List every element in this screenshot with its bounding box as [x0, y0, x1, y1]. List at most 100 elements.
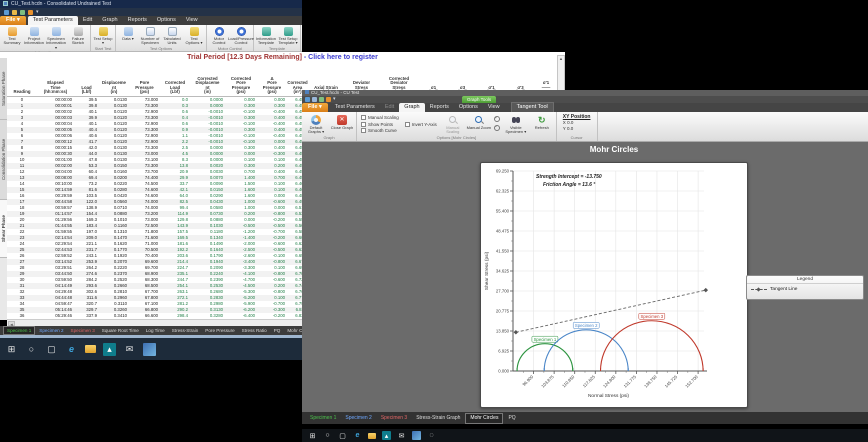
bottom-tab-specimen-1[interactable]: Specimen 1: [306, 414, 340, 423]
svg-text:62.325: 62.325: [496, 189, 510, 194]
zoom-out-icon[interactable]: [494, 125, 501, 132]
default-graphs-button[interactable]: Default Graphs ▾: [303, 113, 329, 135]
window1-ribbon: Test SummaryProject InformationSpecimen …: [0, 25, 302, 52]
legend-box[interactable]: Legend Tangent Line: [746, 275, 864, 300]
tab-reports[interactable]: Reports: [123, 16, 152, 25]
tab-view[interactable]: View: [181, 16, 203, 25]
trial-banner[interactable]: Trial Period [12.3 Days Remaining] - Cli…: [0, 52, 565, 64]
failure-sketch-button[interactable]: Failure Sketch: [67, 26, 89, 50]
svg-text:Normal Stress (psi): Normal Stress (psi): [588, 393, 629, 399]
checkbox-invert-y-axis[interactable]: Invert Y-Axis: [405, 122, 437, 127]
star-icon[interactable]: [28, 10, 33, 15]
tab-edit[interactable]: Edit: [78, 16, 97, 25]
checkbox-manual-scaling[interactable]: Manual Scaling: [361, 115, 399, 120]
visible-specimen-button[interactable]: Visible Specimen ▾: [503, 113, 529, 135]
load-pressure-control-button[interactable]: Load/Pressure Control: [230, 26, 252, 46]
taskbar-store-button[interactable]: ▴: [103, 343, 116, 356]
window1-titlebar[interactable]: CU_Test.hcdn - Consolidated Undrained Te…: [0, 0, 302, 8]
vertical-scrollbar[interactable]: ▲: [557, 55, 565, 95]
taskbar-mail-button[interactable]: ✉: [397, 431, 406, 440]
tab-test-parameters[interactable]: Test Parameters: [330, 103, 380, 112]
test-setup-button[interactable]: Test Setup ▾: [92, 26, 114, 46]
star-icon[interactable]: [326, 97, 331, 102]
test-setup-template-button[interactable]: Test Setup Template ▾: [277, 26, 299, 46]
tab-graph[interactable]: Graph: [97, 16, 122, 25]
cursor-y-value: Y 0.0: [563, 126, 591, 132]
bottom-tab-pore-pressure[interactable]: Pore Pressure: [202, 327, 237, 334]
tab-test-parameters[interactable]: Test Parameters: [28, 16, 78, 25]
taskbar-edge-button[interactable]: e: [65, 343, 78, 356]
bottom-tab-pq[interactable]: PQ: [504, 414, 519, 423]
bottom-tab-stress-ratio[interactable]: Stress Ratio: [239, 327, 270, 334]
tab-edit[interactable]: Edit: [380, 103, 399, 112]
taskbar-settings-button[interactable]: ◌: [427, 431, 436, 440]
taskbar-start-button[interactable]: ⊞: [5, 343, 18, 356]
tab-options[interactable]: Options: [152, 16, 181, 25]
bottom-tab-specimen-1[interactable]: Specimen 1: [3, 326, 35, 335]
bottom-tab-pq[interactable]: PQ: [271, 327, 284, 334]
bottom-tab-specimen-3[interactable]: Specimen 3: [377, 414, 411, 423]
open-icon[interactable]: [12, 10, 17, 15]
refresh-button[interactable]: ↻Refresh: [529, 113, 555, 135]
taskbar-photos-button[interactable]: [143, 343, 156, 356]
test-options-button[interactable]: Test Options ▾: [183, 26, 205, 46]
taskbar-start-button[interactable]: ⊞: [308, 431, 317, 440]
checkbox-show-points[interactable]: Show Points: [361, 122, 399, 127]
save-icon[interactable]: [305, 97, 310, 102]
scroll-left-icon[interactable]: ◄: [8, 321, 15, 326]
test-summary-button[interactable]: Test Summary: [1, 26, 23, 50]
taskbar-search-button[interactable]: ○: [25, 343, 38, 356]
file-button[interactable]: File ▾: [0, 16, 26, 25]
bottom-tab-specimen-3[interactable]: Specimen 3: [68, 327, 98, 334]
specimen-information-icon: [52, 27, 61, 36]
load-pressure-control-icon: [237, 27, 246, 36]
svg-text:Strength Intercept = -13.750: Strength Intercept = -13.750: [536, 174, 602, 180]
taskbar-photos-button[interactable]: [412, 431, 421, 440]
default-graphs-icon: [311, 115, 321, 125]
bottom-tab-stress-strain[interactable]: Stress-Strain: [169, 327, 202, 334]
taskbar-store-button[interactable]: ▴: [382, 431, 391, 440]
information-template-button[interactable]: Information Template: [255, 26, 277, 46]
bottom-tab-square-root-time[interactable]: Square Root Time: [99, 327, 142, 334]
bottom-tab-specimen-2[interactable]: Specimen 2: [341, 414, 375, 423]
taskbar-task-view-button[interactable]: ▢: [45, 343, 58, 356]
bottom-tab-specimen-2[interactable]: Specimen 2: [36, 327, 66, 334]
close-graph-button[interactable]: ✕Close Graph: [329, 113, 355, 135]
zoom-in-icon[interactable]: [494, 116, 501, 123]
manual-zoom-label: Manual Zoom: [467, 126, 491, 130]
horizontal-scrollbar[interactable]: ◄: [7, 319, 302, 326]
taskbar-edge-button[interactable]: e: [353, 431, 362, 440]
taskbar-mail-button[interactable]: ✉: [123, 343, 136, 356]
taskbar-search-button[interactable]: ○: [323, 431, 332, 440]
data-button[interactable]: Data ▾: [117, 26, 139, 46]
taskbar-file-explorer-button[interactable]: [368, 433, 376, 439]
tab-reports[interactable]: Reports: [425, 103, 454, 112]
print-icon[interactable]: [20, 10, 25, 15]
export-icon[interactable]: [319, 97, 324, 102]
side-tab-saturation-phase[interactable]: Saturation Phase: [0, 58, 7, 120]
side-tab-shear-phase[interactable]: Shear Phase: [0, 200, 7, 258]
checkbox-smooth-curve[interactable]: Smooth Curve: [361, 128, 399, 133]
tabulated-units-button[interactable]: Tabulated Units: [161, 26, 183, 46]
bottom-tab-mohr-circles[interactable]: Mohr Circles: [465, 413, 503, 424]
tab-tangent-tool[interactable]: Tangent Tool: [511, 102, 554, 112]
qat-dropdown-icon[interactable]: ▾: [36, 10, 39, 15]
manual-zoom-button[interactable]: Manual Zoom: [466, 113, 492, 135]
taskbar-file-explorer-button[interactable]: [85, 345, 96, 353]
taskbar-task-view-button[interactable]: ▢: [338, 431, 347, 440]
tab-options[interactable]: Options: [454, 103, 483, 112]
save-icon[interactable]: [4, 10, 9, 15]
register-link[interactable]: - Click here to register: [304, 54, 378, 61]
bottom-tab-log-time[interactable]: Log Time: [143, 327, 168, 334]
print-icon[interactable]: [312, 97, 317, 102]
specimen-information-button[interactable]: Specimen Information ▾: [45, 26, 67, 50]
bottom-tab-stress-strain-graph[interactable]: Stress-Strain Graph: [412, 414, 464, 423]
number-of-specimen-button[interactable]: Number of Specimen: [139, 26, 161, 46]
project-information-button[interactable]: Project Information: [23, 26, 45, 50]
side-tab-consolidation-phase[interactable]: Consolidation Phase: [0, 120, 7, 200]
tab-view[interactable]: View: [483, 103, 505, 112]
tab-graph[interactable]: Graph: [399, 103, 424, 112]
qat-dropdown-icon[interactable]: ▾: [333, 97, 336, 102]
motor-control-button[interactable]: Motor Control: [208, 26, 230, 46]
file-button[interactable]: File ▾: [302, 103, 328, 112]
